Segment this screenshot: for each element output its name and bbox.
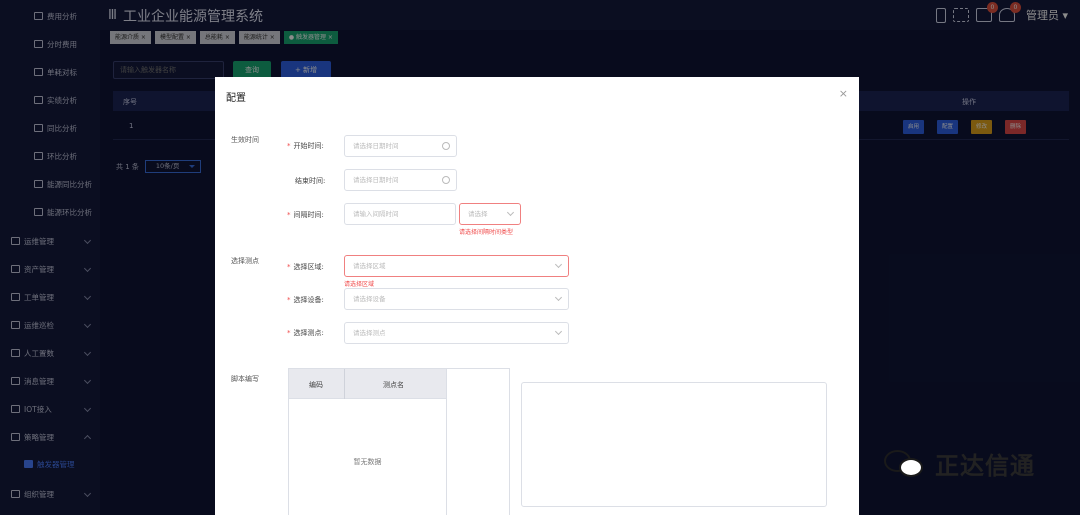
empty-text: 暂无数据 <box>353 458 382 466</box>
end-time-label: 结束时间: <box>295 177 326 185</box>
chevron-down-icon <box>506 208 515 217</box>
clock-icon <box>442 176 450 184</box>
end-time-placeholder: 请选择日期时间 <box>353 176 399 184</box>
area-label: * 选择区域: <box>287 263 324 271</box>
section-select-points: 选择测点 <box>231 257 259 265</box>
table-divider <box>446 369 447 515</box>
interval-type-error: 请选择间隔时间类型 <box>459 229 514 236</box>
close-icon[interactable]: × <box>839 87 848 100</box>
device-label: * 选择设备: <box>287 296 324 304</box>
device-placeholder: 请选择设备 <box>353 295 386 303</box>
col-point-name: 测点名 <box>383 381 404 389</box>
points-table-header: 编码 测点名 <box>289 369 446 399</box>
interval-type-placeholder: 请选择 <box>468 210 488 218</box>
point-placeholder: 请选择测点 <box>353 329 386 337</box>
script-editor[interactable] <box>521 382 827 507</box>
col-code: 编码 <box>309 381 323 389</box>
area-error: 请选择区域 <box>344 281 375 288</box>
interval-input[interactable]: 请输入间隔时间 <box>344 203 456 225</box>
start-time-picker[interactable]: 请选择日期时间 <box>344 135 457 157</box>
start-time-placeholder: 请选择日期时间 <box>353 142 399 150</box>
points-table: 编码 测点名 暂无数据 <box>288 368 510 515</box>
clock-icon <box>442 142 450 150</box>
area-placeholder: 请选择区域 <box>353 262 386 270</box>
watermark-text: 正达信通 <box>935 452 1035 480</box>
area-select[interactable]: 请选择区域 <box>344 255 569 277</box>
interval-placeholder: 请输入间隔时间 <box>353 210 399 218</box>
interval-type-select[interactable]: 请选择 <box>459 203 521 225</box>
wechat-watermark: 正达信通 <box>884 446 1035 481</box>
chevron-down-icon <box>554 327 563 336</box>
section-effective-time: 生效时间 <box>231 136 259 144</box>
modal-title: 配置 <box>226 93 246 104</box>
wechat-icon <box>884 447 928 481</box>
section-script: 脚本编写 <box>231 375 259 383</box>
start-time-label: * 开始时间: <box>287 142 324 150</box>
point-select[interactable]: 请选择测点 <box>344 322 569 344</box>
point-label: * 选择测点: <box>287 329 324 337</box>
interval-label: * 间隔时间: <box>287 211 324 219</box>
chevron-down-icon <box>554 293 563 302</box>
config-modal: 配置 × 生效时间 * 开始时间: 请选择日期时间 结束时间: 请选择日期时间 *… <box>215 77 859 515</box>
end-time-picker[interactable]: 请选择日期时间 <box>344 169 457 191</box>
header-divider <box>344 369 345 399</box>
device-select[interactable]: 请选择设备 <box>344 288 569 310</box>
chevron-down-icon <box>554 260 563 269</box>
